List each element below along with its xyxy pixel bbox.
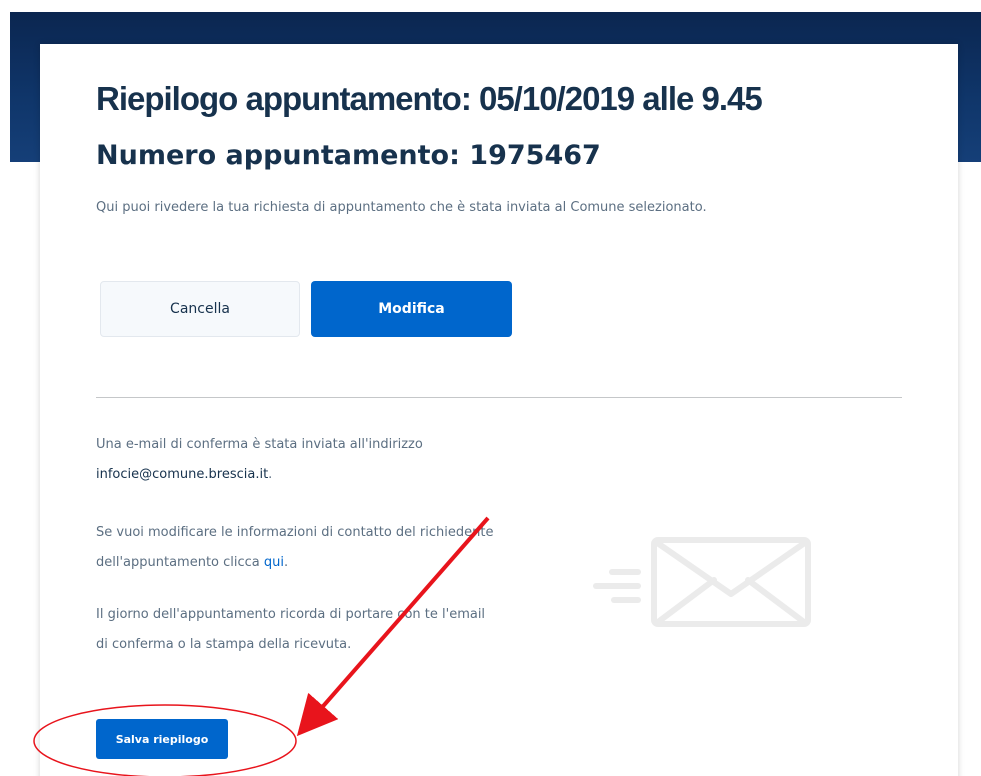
intro-text: Qui puoi rivedere la tua richiesta di ap… [96, 200, 707, 215]
email-confirmation-label: Una e-mail di conferma è stata inviata a… [96, 437, 423, 452]
contact-info-text: Se vuoi modificare le informazioni di co… [96, 518, 496, 578]
contact-period: . [284, 555, 289, 570]
appointment-number: Numero appuntamento: 1975467 [96, 140, 601, 171]
reminder-text: Il giorno dell'appuntamento ricorda di p… [96, 607, 486, 652]
modify-button[interactable]: Modifica [311, 281, 512, 337]
page-title: Riepilogo appuntamento: 05/10/2019 alle … [96, 80, 763, 117]
save-summary-button[interactable]: Salva riepilogo [96, 719, 228, 759]
page: Riepilogo appuntamento: 05/10/2019 alle … [0, 0, 981, 776]
cancel-button[interactable]: Cancella [100, 281, 300, 337]
email-period: . [268, 467, 273, 482]
contact-edit-link[interactable]: qui [264, 555, 284, 570]
email-address: infocie@comune.brescia.it [96, 467, 269, 482]
contact-info-label: Se vuoi modificare le informazioni di co… [96, 525, 494, 570]
email-confirmation-text: Una e-mail di conferma è stata inviata a… [96, 430, 496, 490]
divider [96, 397, 902, 398]
mail-icon [593, 537, 811, 627]
